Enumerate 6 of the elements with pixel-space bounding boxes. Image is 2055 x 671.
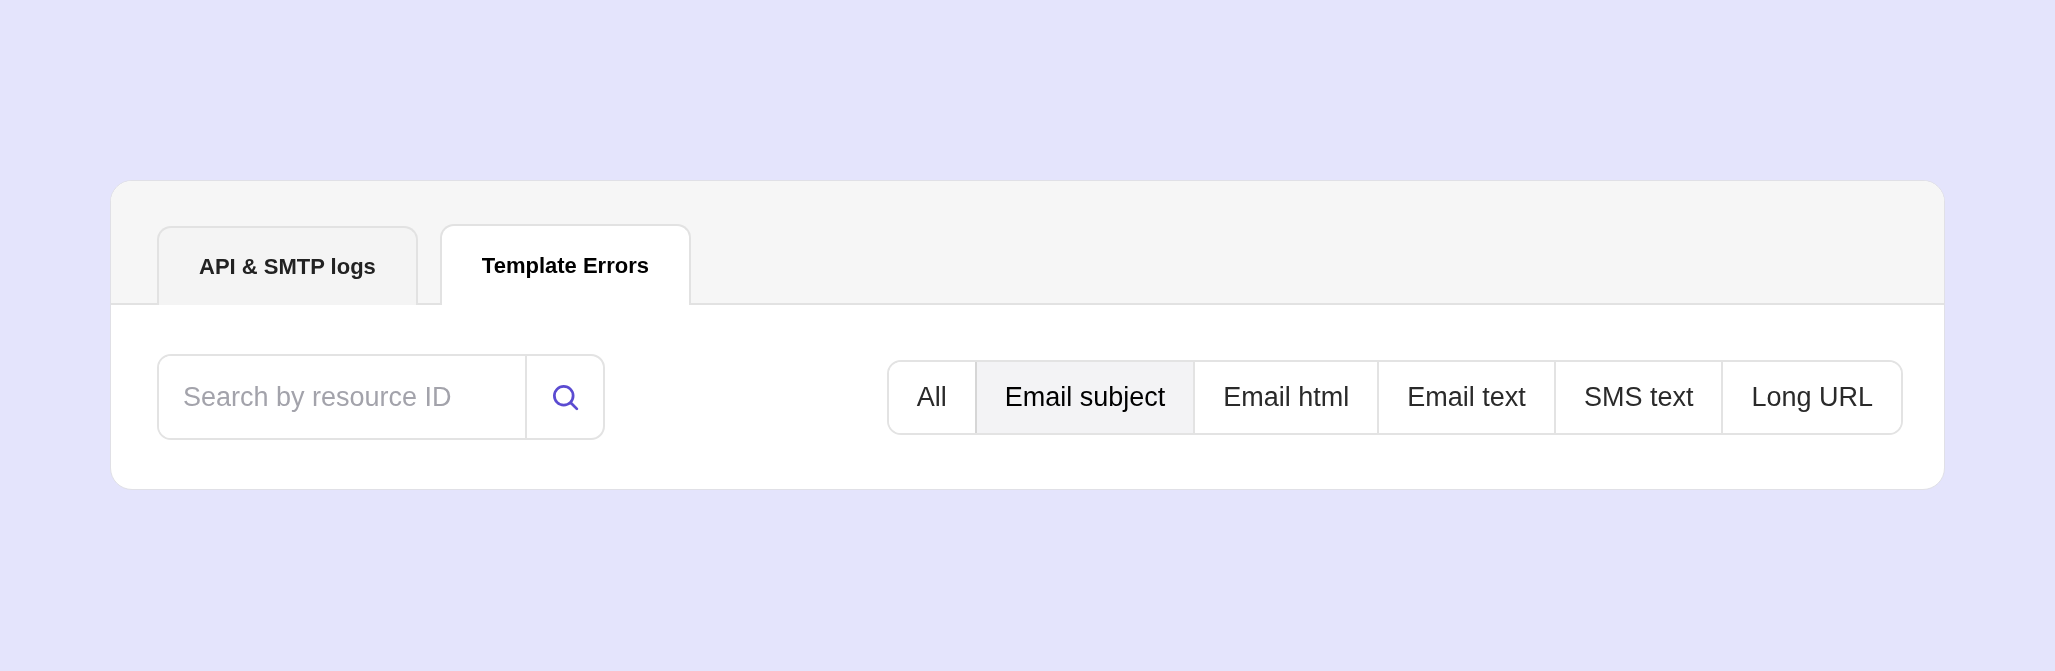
tab[interactable]: Template Errors: [439, 224, 691, 305]
search-icon: [550, 382, 580, 412]
filter-button[interactable]: Long URL: [1721, 361, 1901, 433]
filter-button[interactable]: Email subject: [974, 361, 1194, 433]
tab[interactable]: API & SMTP logs: [157, 226, 418, 305]
search-field[interactable]: Search by resource ID: [157, 354, 605, 440]
